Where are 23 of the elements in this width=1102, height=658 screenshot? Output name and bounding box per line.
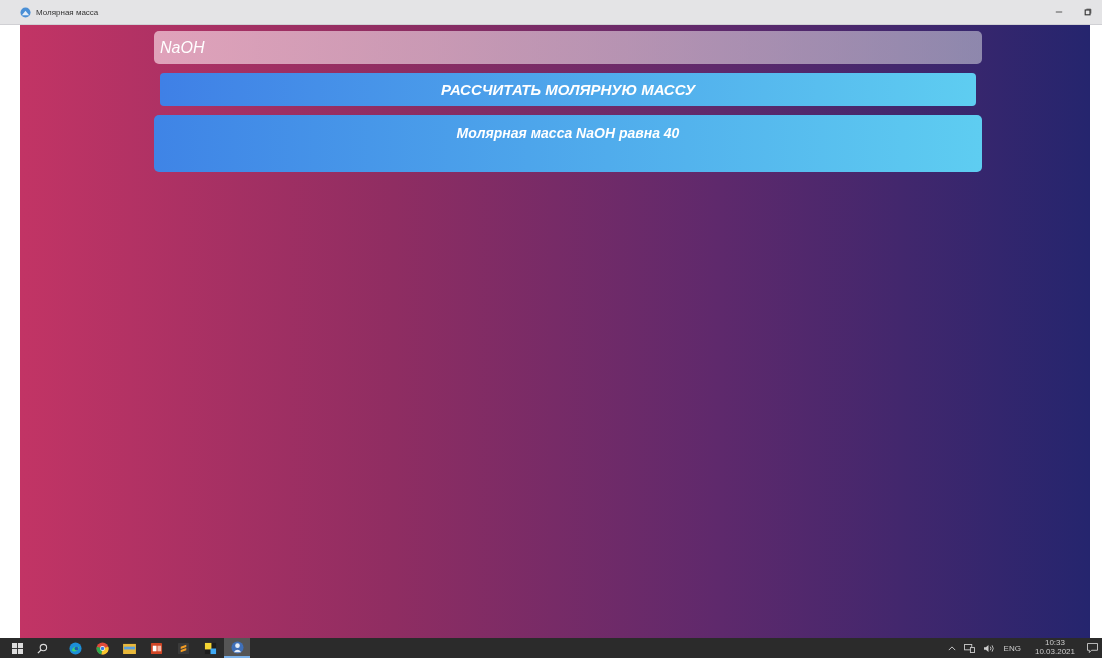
- app-icon: [20, 6, 31, 18]
- folder-icon: [122, 642, 136, 654]
- chevron-up-icon[interactable]: [947, 645, 956, 651]
- editor-icon: [176, 641, 190, 655]
- result-text: Молярная масса NaOH равна 40: [456, 125, 680, 141]
- notification-icon[interactable]: [1087, 643, 1098, 653]
- start-icon[interactable]: [12, 642, 23, 654]
- window-title: Молярная масса: [36, 7, 99, 17]
- app-icon: [230, 640, 244, 654]
- clock-date: 10.03.2021: [1034, 648, 1075, 657]
- language-indicator[interactable]: ENG: [1003, 643, 1021, 653]
- taskbar-app[interactable]: [224, 638, 250, 658]
- clock-time: 10:33: [1044, 639, 1065, 648]
- swirl-icon: [68, 641, 82, 655]
- restore-icon[interactable]: [1084, 8, 1092, 16]
- ide-icon: [203, 641, 217, 655]
- browser-icon: [95, 641, 109, 655]
- formula-field[interactable]: NaOH: [154, 31, 982, 64]
- speaker-icon[interactable]: [982, 643, 994, 653]
- slides-icon: [149, 641, 163, 655]
- calculate-button[interactable]: РАССЧИТАТЬ МОЛЯРНУЮ МАССУ: [160, 73, 976, 106]
- search-icon[interactable]: [37, 642, 48, 654]
- network-icon[interactable]: [963, 643, 975, 653]
